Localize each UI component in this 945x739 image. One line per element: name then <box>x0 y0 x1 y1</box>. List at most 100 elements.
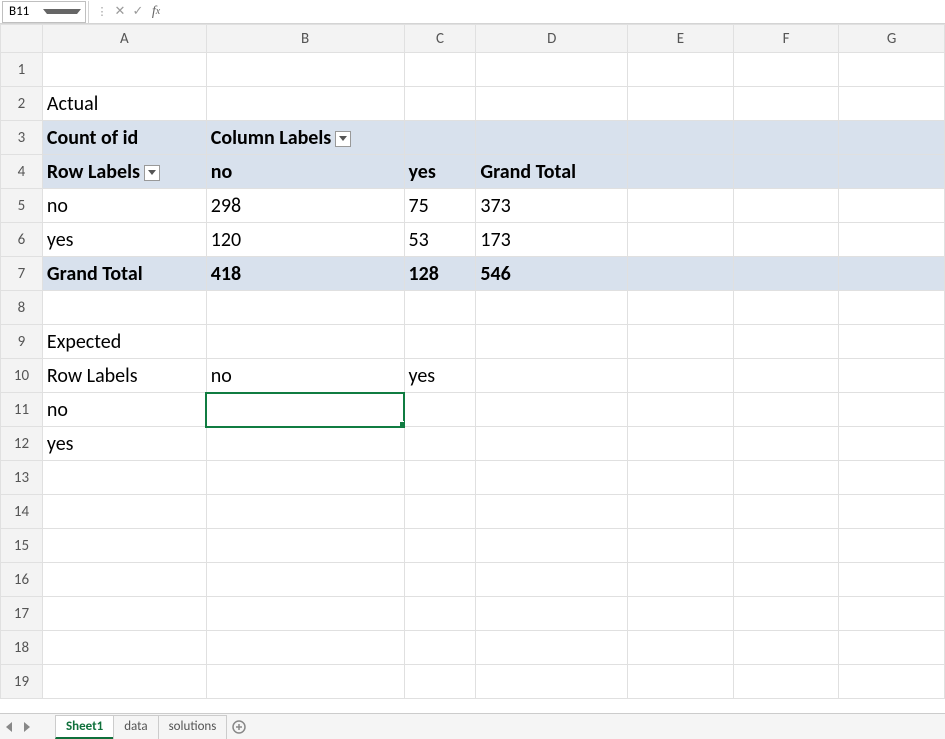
cell-A10[interactable]: Row Labels <box>42 359 206 393</box>
cell-D4[interactable]: Grand Total <box>476 155 628 189</box>
cell-E11[interactable] <box>628 393 734 427</box>
cell-A15[interactable] <box>42 529 206 563</box>
cell-D15[interactable] <box>476 529 628 563</box>
row-header-7[interactable]: 7 <box>1 257 43 291</box>
more-icon[interactable]: ⋮ <box>93 3 111 21</box>
cell-G3[interactable] <box>839 121 945 155</box>
cell-A6[interactable]: yes <box>42 223 206 257</box>
cell-E3[interactable] <box>628 121 734 155</box>
cell-E17[interactable] <box>628 597 734 631</box>
sheet-tab-Sheet1[interactable]: Sheet1 <box>55 715 114 739</box>
cell-F9[interactable] <box>733 325 839 359</box>
tab-nav-prev[interactable] <box>0 715 18 739</box>
col-header-G[interactable]: G <box>839 25 945 53</box>
row-header-19[interactable]: 19 <box>1 665 43 699</box>
cell-G8[interactable] <box>839 291 945 325</box>
cell-G14[interactable] <box>839 495 945 529</box>
cell-C8[interactable] <box>404 291 476 325</box>
col-header-E[interactable]: E <box>628 25 734 53</box>
row-header-12[interactable]: 12 <box>1 427 43 461</box>
cell-F18[interactable] <box>733 631 839 665</box>
cell-E13[interactable] <box>628 461 734 495</box>
cell-E8[interactable] <box>628 291 734 325</box>
cell-A14[interactable] <box>42 495 206 529</box>
cell-E14[interactable] <box>628 495 734 529</box>
cell-F10[interactable] <box>733 359 839 393</box>
row-header-2[interactable]: 2 <box>1 87 43 121</box>
cell-C15[interactable] <box>404 529 476 563</box>
cell-A18[interactable] <box>42 631 206 665</box>
cell-C1[interactable] <box>404 53 476 87</box>
cell-C2[interactable] <box>404 87 476 121</box>
cell-G5[interactable] <box>839 189 945 223</box>
cell-B18[interactable] <box>206 631 404 665</box>
cell-F15[interactable] <box>733 529 839 563</box>
cell-G1[interactable] <box>839 53 945 87</box>
cell-G2[interactable] <box>839 87 945 121</box>
cell-B1[interactable] <box>206 53 404 87</box>
cell-B15[interactable] <box>206 529 404 563</box>
row-header-3[interactable]: 3 <box>1 121 43 155</box>
cell-B13[interactable] <box>206 461 404 495</box>
row-header-17[interactable]: 17 <box>1 597 43 631</box>
cell-G10[interactable] <box>839 359 945 393</box>
cell-F6[interactable] <box>733 223 839 257</box>
cell-D2[interactable] <box>476 87 628 121</box>
row-header-1[interactable]: 1 <box>1 53 43 87</box>
cell-D17[interactable] <box>476 597 628 631</box>
cell-B12[interactable] <box>206 427 404 461</box>
cell-E10[interactable] <box>628 359 734 393</box>
cell-F13[interactable] <box>733 461 839 495</box>
cell-C18[interactable] <box>404 631 476 665</box>
cell-D5[interactable]: 373 <box>476 189 628 223</box>
cell-D12[interactable] <box>476 427 628 461</box>
cell-B14[interactable] <box>206 495 404 529</box>
cell-C17[interactable] <box>404 597 476 631</box>
row-header-5[interactable]: 5 <box>1 189 43 223</box>
col-header-C[interactable]: C <box>404 25 476 53</box>
cell-G12[interactable] <box>839 427 945 461</box>
cell-G19[interactable] <box>839 665 945 699</box>
row-header-13[interactable]: 13 <box>1 461 43 495</box>
cell-F5[interactable] <box>733 189 839 223</box>
cell-G9[interactable] <box>839 325 945 359</box>
cell-E2[interactable] <box>628 87 734 121</box>
cell-C4[interactable]: yes <box>404 155 476 189</box>
cell-D14[interactable] <box>476 495 628 529</box>
cell-C13[interactable] <box>404 461 476 495</box>
cell-D6[interactable]: 173 <box>476 223 628 257</box>
cell-A7[interactable]: Grand Total <box>42 257 206 291</box>
cell-C11[interactable] <box>404 393 476 427</box>
cell-C10[interactable]: yes <box>404 359 476 393</box>
cell-F7[interactable] <box>733 257 839 291</box>
select-all-corner[interactable] <box>1 25 43 53</box>
cell-G13[interactable] <box>839 461 945 495</box>
tab-nav-next[interactable] <box>18 715 36 739</box>
col-header-A[interactable]: A <box>42 25 206 53</box>
add-sheet-button[interactable] <box>227 715 251 739</box>
cell-D11[interactable] <box>476 393 628 427</box>
cell-B10[interactable]: no <box>206 359 404 393</box>
cell-B3[interactable]: Column Labels <box>206 121 404 155</box>
cell-D3[interactable] <box>476 121 628 155</box>
cell-G4[interactable] <box>839 155 945 189</box>
filter-dropdown-icon[interactable] <box>335 131 351 147</box>
name-box[interactable]: B11 <box>2 1 86 23</box>
row-header-4[interactable]: 4 <box>1 155 43 189</box>
cell-E5[interactable] <box>628 189 734 223</box>
cell-F17[interactable] <box>733 597 839 631</box>
cell-F14[interactable] <box>733 495 839 529</box>
cell-A3[interactable]: Count of id <box>42 121 206 155</box>
cell-A11[interactable]: no <box>42 393 206 427</box>
cell-F11[interactable] <box>733 393 839 427</box>
cell-B17[interactable] <box>206 597 404 631</box>
cell-D7[interactable]: 546 <box>476 257 628 291</box>
row-header-10[interactable]: 10 <box>1 359 43 393</box>
cell-D10[interactable] <box>476 359 628 393</box>
cell-E19[interactable] <box>628 665 734 699</box>
cell-A12[interactable]: yes <box>42 427 206 461</box>
cell-C12[interactable] <box>404 427 476 461</box>
cell-A2[interactable]: Actual <box>42 87 206 121</box>
cell-D8[interactable] <box>476 291 628 325</box>
cell-D1[interactable] <box>476 53 628 87</box>
